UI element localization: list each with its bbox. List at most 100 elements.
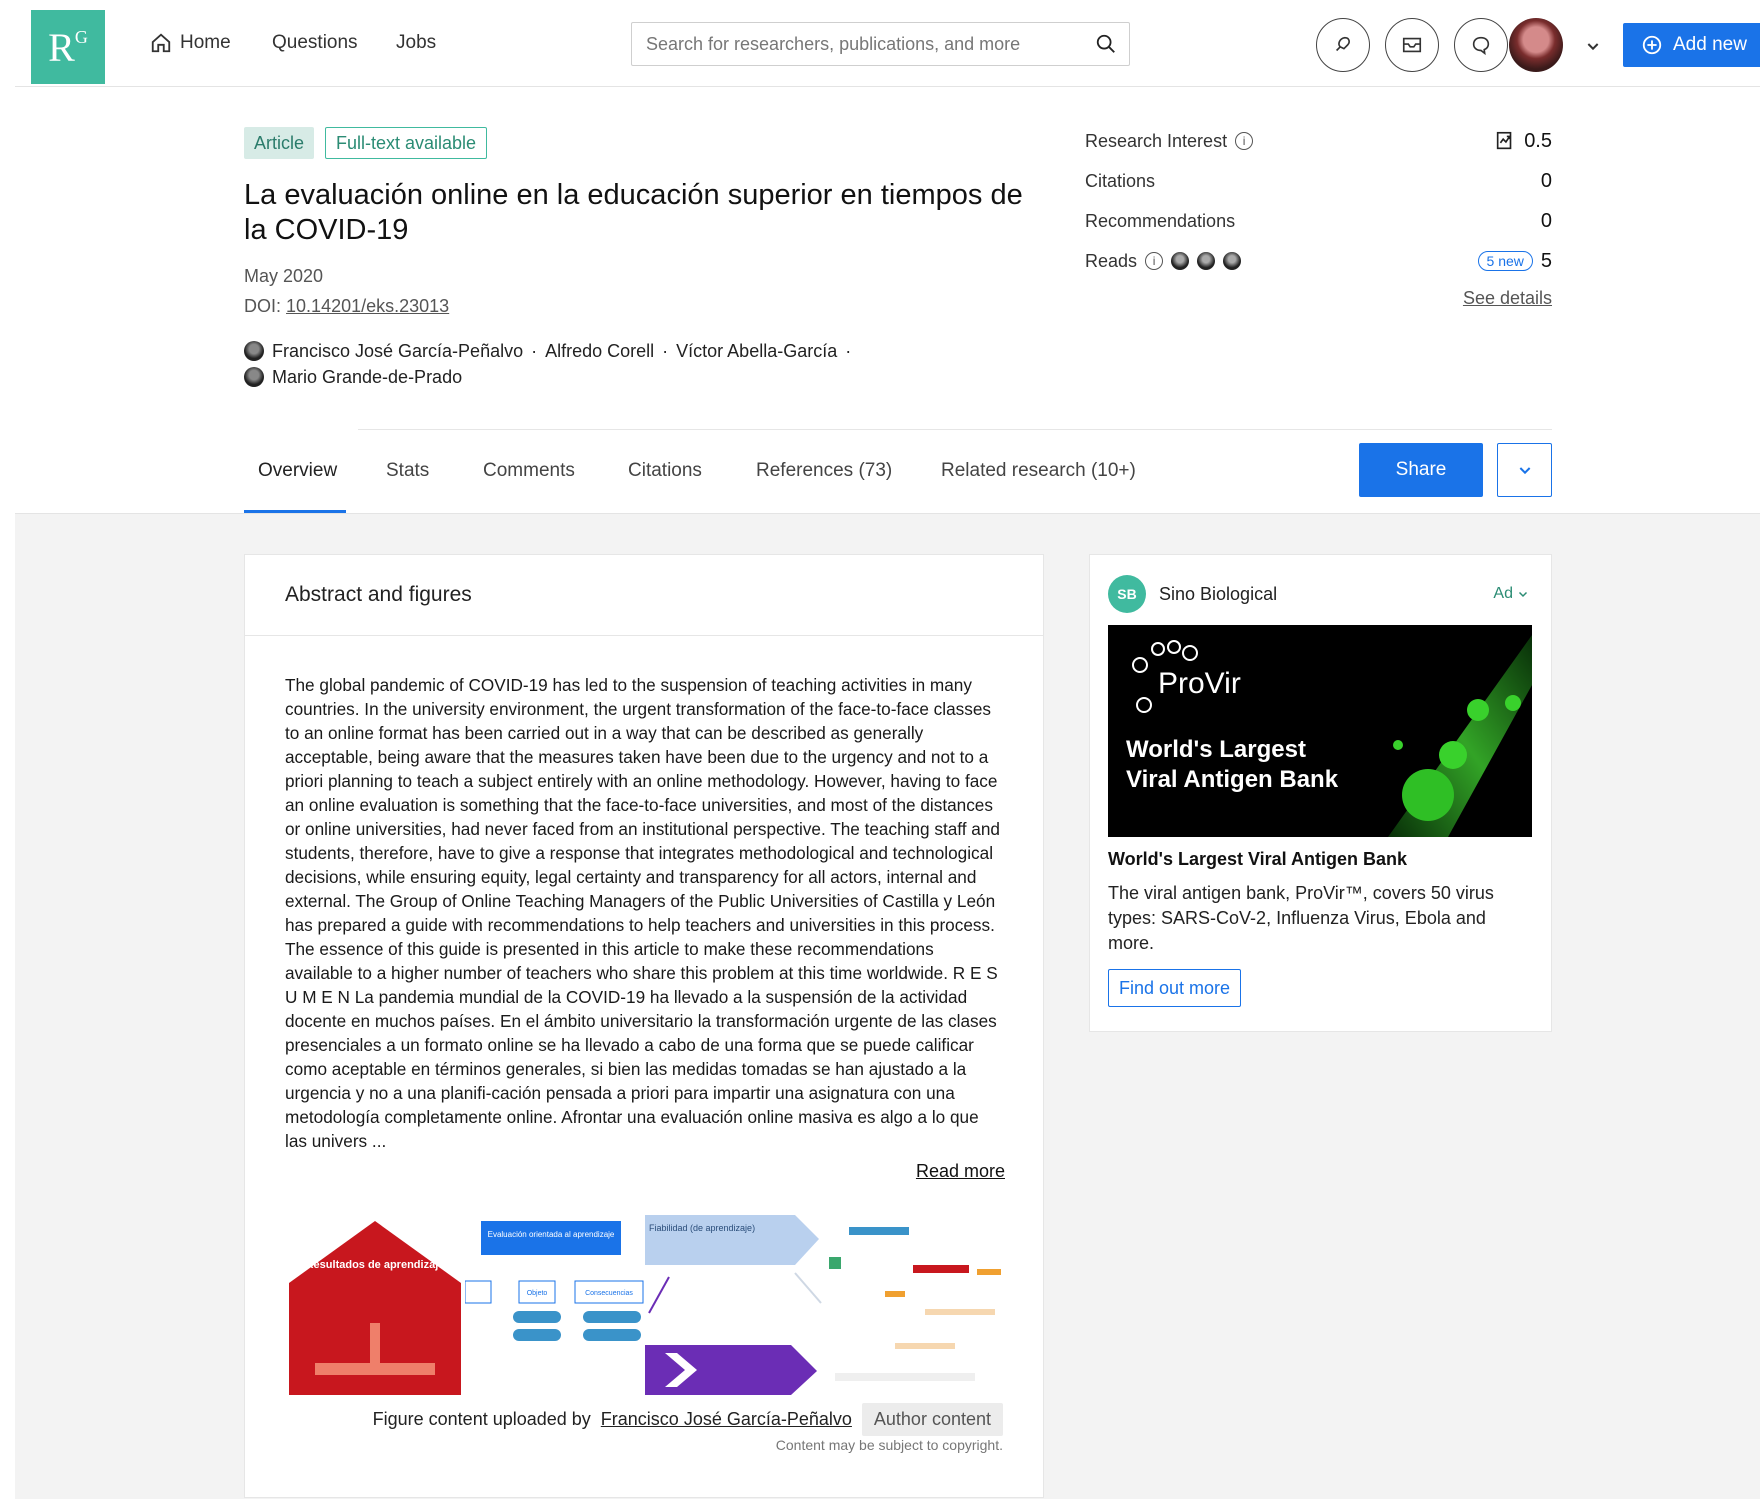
- add-new-button[interactable]: Add new: [1623, 23, 1760, 67]
- figure-thumbnail[interactable]: Evaluación orientada al aprendizaje Obje…: [465, 1213, 645, 1395]
- nav-home-label: Home: [180, 32, 231, 53]
- figure-thumbnail[interactable]: Resultados de aprendizaje: [285, 1213, 465, 1395]
- ad-options[interactable]: Ad: [1493, 585, 1529, 603]
- figure-thumbnails: Resultados de aprendizaje Evaluación ori…: [285, 1213, 1007, 1395]
- tab-related-research[interactable]: Related research (10+): [941, 460, 1136, 482]
- figure-caption-prefix: Figure content uploaded by: [372, 1409, 591, 1429]
- user-avatar[interactable]: [1509, 18, 1563, 72]
- logo-superscript: G: [74, 26, 88, 47]
- tab-overview[interactable]: Overview: [258, 460, 337, 482]
- nav-questions-label: Questions: [272, 32, 358, 53]
- chevron-down-icon: [1519, 467, 1530, 475]
- messages-icon: [1402, 37, 1422, 53]
- author-link[interactable]: Alfredo Corell: [545, 338, 654, 364]
- search-bar: [631, 22, 1130, 66]
- advertiser-logo[interactable]: SB: [1108, 575, 1146, 613]
- find-out-more-button[interactable]: Find out more: [1108, 969, 1242, 1007]
- figure-caption: Figure content uploaded by Francisco Jos…: [245, 1403, 1003, 1436]
- tab-stats[interactable]: Stats: [386, 460, 429, 482]
- citations-label: Citations: [1085, 170, 1156, 191]
- publication-date: May 2020: [244, 266, 324, 286]
- figure-2-box-label: Consecuencias: [585, 1290, 633, 1297]
- recommendations-row[interactable]: Recommendations 0: [1085, 206, 1552, 236]
- ad-image-tagline-line: World's Largest: [1126, 736, 1306, 763]
- add-new-label: Add new: [1673, 34, 1747, 55]
- author-link[interactable]: Mario Grande-de-Prado: [272, 364, 462, 390]
- ad-image-tagline-line: Viral Antigen Bank: [1126, 766, 1339, 793]
- author-list: Francisco José García-Peñalvo · Alfredo …: [244, 338, 851, 390]
- research-interest-value: 0.5: [1524, 129, 1552, 152]
- author-separator: ·: [662, 341, 669, 361]
- figure-4-image: [829, 1227, 1001, 1381]
- figure-1-image: Resultados de aprendizaje: [289, 1221, 461, 1395]
- recommendations-label: Recommendations: [1085, 210, 1236, 231]
- doi-label: DOI:: [244, 296, 282, 316]
- virus-illustration: [1132, 635, 1532, 837]
- tab-comments[interactable]: Comments: [483, 460, 575, 482]
- nav-jobs-label: Jobs: [396, 32, 437, 53]
- ad-image-tagline: World's Largest Viral Antigen Bank: [1126, 735, 1338, 795]
- tab-references[interactable]: References (73): [756, 460, 892, 482]
- research-interest-label: Research Interest: [1085, 130, 1228, 151]
- figure-2-label: Evaluación orientada al aprendizaje: [488, 1230, 615, 1239]
- info-icon[interactable]: i: [1145, 252, 1164, 270]
- share-button[interactable]: Share: [1359, 443, 1483, 497]
- recommendations-value: 0: [1540, 209, 1552, 232]
- figure-thumbnail[interactable]: [825, 1213, 1005, 1395]
- nav-questions[interactable]: Questions: [272, 32, 358, 54]
- ad-body-text: The viral antigen bank, ProVir™, covers …: [1108, 883, 1494, 953]
- doi: DOI: 10.14201/eks.23013: [244, 296, 449, 317]
- nav-jobs[interactable]: Jobs: [396, 32, 436, 54]
- more-options-button[interactable]: [1497, 443, 1552, 497]
- author-content-badge: Author content: [861, 1403, 1003, 1436]
- reads-label: Reads: [1085, 250, 1138, 271]
- chevron-down-icon[interactable]: [1585, 38, 1601, 54]
- figure-2-image: Evaluación orientada al aprendizaje Obje…: [465, 1221, 644, 1341]
- figure-thumbnail[interactable]: Fiabilidad (de aprendizaje): [645, 1213, 825, 1395]
- messages-button[interactable]: [1385, 18, 1439, 72]
- article-title: La evaluación online en la educación sup…: [244, 179, 1023, 246]
- abstract-text: The global pandemic of COVID-19 has led …: [285, 675, 1000, 1151]
- author-separator: ·: [845, 341, 852, 361]
- author-separator: ·: [531, 341, 538, 361]
- search-icon[interactable]: [1095, 33, 1117, 55]
- figure-uploader-link[interactable]: Francisco José García-Peñalvo: [601, 1409, 852, 1430]
- researchgate-logo[interactable]: RG: [31, 10, 105, 84]
- reads-row[interactable]: Reads i 5 new 5: [1085, 246, 1552, 276]
- author-avatar[interactable]: [244, 367, 264, 387]
- abstract-heading: Abstract and figures: [285, 583, 472, 606]
- advertiser-name[interactable]: Sino Biological: [1159, 584, 1277, 605]
- notifications-button[interactable]: [1316, 18, 1370, 72]
- doi-link[interactable]: 10.14201/eks.23013: [286, 296, 449, 316]
- citations-value: 0: [1540, 169, 1552, 192]
- nav-home[interactable]: Home: [150, 32, 231, 54]
- ad-headline[interactable]: World's Largest Viral Antigen Bank: [1108, 849, 1407, 870]
- search-input[interactable]: [644, 32, 1095, 56]
- see-details-link[interactable]: See details: [1463, 288, 1552, 309]
- tabs-divider: [358, 429, 1552, 430]
- sponsored-ad-card: SB Sino Biological Ad ProVir World's Lar…: [1089, 554, 1552, 1032]
- reader-avatar[interactable]: [1223, 252, 1242, 270]
- research-interest-row: Research Interest i 0.5: [1085, 126, 1552, 156]
- ad-banner-image[interactable]: ProVir World's Largest Viral Antigen Ban…: [1108, 625, 1532, 837]
- reader-avatar[interactable]: [1171, 252, 1190, 270]
- plus-circle-icon: [1642, 35, 1662, 55]
- chat-button[interactable]: [1454, 18, 1508, 72]
- copyright-notice: Content may be subject to copyright.: [775, 1437, 1003, 1453]
- author-avatar[interactable]: [244, 341, 264, 361]
- author-link[interactable]: Víctor Abella-García: [676, 338, 837, 364]
- tab-citations[interactable]: Citations: [628, 460, 702, 482]
- research-interest-icon: [1497, 131, 1512, 150]
- ad-tag-label: Ad: [1493, 585, 1513, 602]
- article-type-badge: Article: [244, 127, 315, 159]
- author-link[interactable]: Francisco José García-Peñalvo: [272, 338, 523, 364]
- figure-2-box-label: Objeto: [527, 1290, 548, 1297]
- reader-avatar[interactable]: [1197, 252, 1216, 270]
- info-icon[interactable]: i: [1235, 132, 1254, 150]
- reads-value: 5: [1540, 249, 1552, 272]
- fulltext-badge[interactable]: Full-text available: [325, 127, 488, 159]
- read-more-link[interactable]: Read more: [916, 1161, 1005, 1182]
- abstract-card: Abstract and figures The global pandemic…: [244, 554, 1044, 1498]
- citations-row[interactable]: Citations 0: [1085, 166, 1552, 196]
- figure-3-image: Fiabilidad (de aprendizaje): [645, 1215, 822, 1395]
